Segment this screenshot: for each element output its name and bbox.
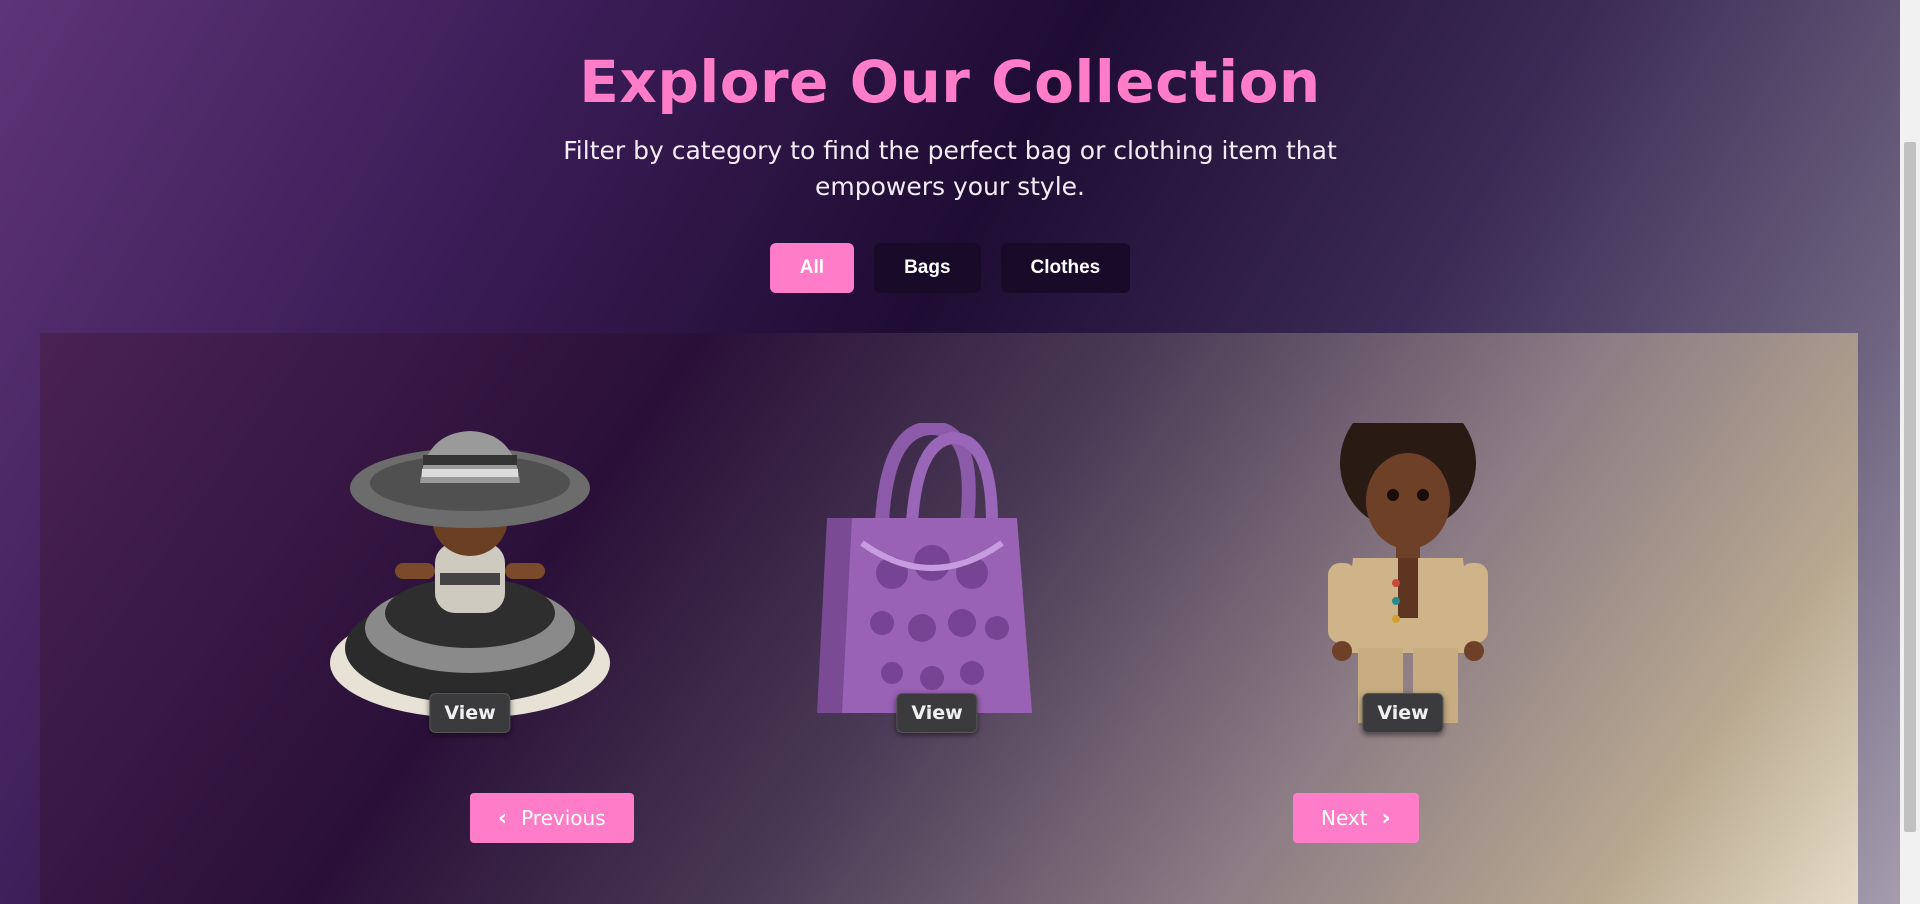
product-gallery: View View View ‹ Previous Next › [40,333,1858,904]
previous-label: Previous [521,806,606,830]
page-subtitle: Filter by category to find the perfect b… [563,136,1337,201]
chevron-right-icon: › [1381,805,1391,831]
product-card-hat-doll: View [325,423,615,733]
product-card-purple-bag: View [792,423,1082,733]
filter-all-button[interactable]: All [769,243,855,293]
product-image-knit-doll [1328,423,1488,723]
next-button[interactable]: Next › [1293,793,1419,843]
collection-page: Explore Our Collection Filter by categor… [0,0,1900,904]
previous-button[interactable]: ‹ Previous [470,793,634,843]
filter-bags-button[interactable]: Bags [874,243,981,293]
filter-clothes-button[interactable]: Clothes [1000,243,1131,293]
scrollbar-thumb[interactable] [1904,142,1916,832]
page-title: Explore Our Collection [579,48,1321,116]
view-button[interactable]: View [896,693,978,733]
next-label: Next [1321,806,1368,830]
page-scrollbar[interactable] [1900,0,1920,904]
product-image-purple-bag [817,423,1032,713]
chevron-left-icon: ‹ [498,805,508,831]
product-image-hat-doll [330,431,610,718]
category-filters: All Bags Clothes [0,243,1900,293]
view-button[interactable]: View [1362,693,1444,733]
view-button[interactable]: View [429,693,511,733]
product-card-knit-doll: View [1258,423,1548,733]
